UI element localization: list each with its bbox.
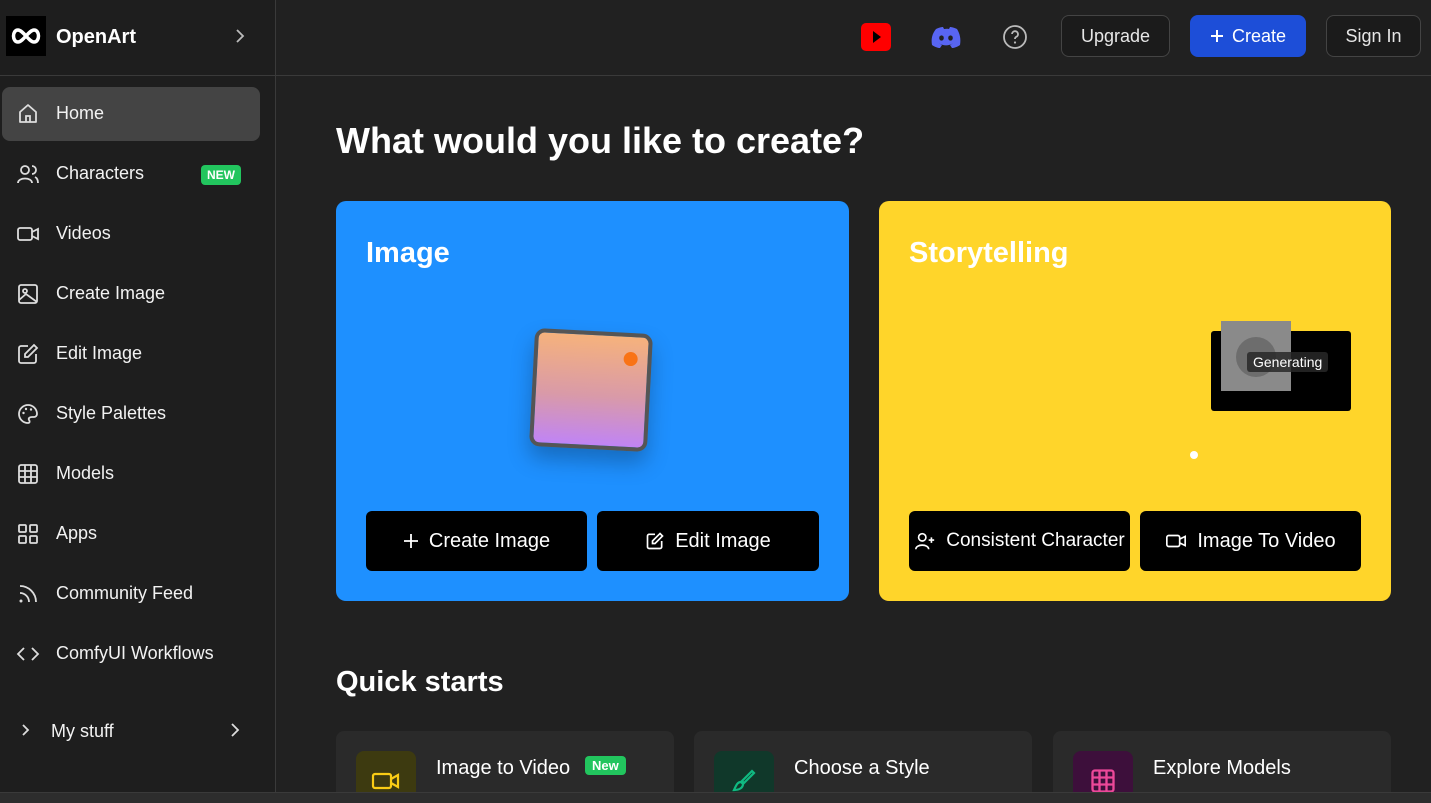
create-button[interactable]: Create bbox=[1190, 15, 1306, 57]
upgrade-button[interactable]: Upgrade bbox=[1061, 15, 1170, 57]
image-card[interactable]: Image Create Image Edit Image bbox=[336, 201, 849, 601]
edit-image-button[interactable]: Edit Image bbox=[597, 511, 819, 571]
user-plus-icon bbox=[915, 532, 935, 550]
create-image-button-label: Create Image bbox=[428, 529, 551, 552]
new-badge: New bbox=[585, 756, 626, 775]
image-to-video-button[interactable]: Image To Video bbox=[1140, 511, 1361, 571]
sidebar: OpenArt Home Characters NEW Videos Creat… bbox=[0, 0, 276, 803]
carousel-dot[interactable] bbox=[1190, 451, 1198, 459]
sidebar-item-label: Style Palettes bbox=[56, 403, 167, 423]
sidebar-item-characters[interactable]: Characters NEW bbox=[2, 147, 260, 201]
video-icon bbox=[1166, 534, 1187, 548]
create-button-label: Create bbox=[1231, 25, 1287, 46]
quick-start-label: Choose a Style bbox=[794, 757, 930, 779]
sidebar-item-label: Edit Image bbox=[56, 343, 143, 363]
consistent-character-button[interactable]: Consistent Character bbox=[909, 511, 1130, 571]
quick-start-label: Image to Video bbox=[436, 757, 571, 779]
chevron-right-icon bbox=[22, 724, 30, 736]
edit-icon bbox=[646, 532, 664, 550]
brand-header[interactable]: OpenArt bbox=[0, 0, 275, 76]
youtube-icon[interactable] bbox=[859, 20, 893, 54]
rss-icon bbox=[19, 585, 37, 603]
edit-image-button-label: Edit Image bbox=[675, 529, 771, 552]
help-icon[interactable] bbox=[998, 20, 1032, 54]
sidebar-item-label: ComfyUI Workflows bbox=[56, 643, 214, 663]
top-header: Upgrade Create Sign In bbox=[276, 0, 1431, 76]
quick-start-label: Explore Models bbox=[1153, 757, 1291, 779]
plus-icon bbox=[1210, 30, 1223, 42]
sidebar-item-label: Videos bbox=[56, 223, 111, 243]
sidebar-item-create-image[interactable]: Create Image bbox=[2, 267, 260, 321]
video-icon bbox=[17, 227, 39, 241]
sidebar-item-models[interactable]: Models bbox=[2, 447, 260, 501]
chevron-right-icon[interactable] bbox=[230, 26, 250, 46]
sidebar-item-comfyui-workflows[interactable]: ComfyUI Workflows bbox=[2, 627, 260, 681]
users-icon bbox=[17, 165, 39, 184]
sidebar-item-home[interactable]: Home bbox=[2, 87, 260, 141]
grid-icon bbox=[18, 464, 38, 484]
palette-icon bbox=[18, 404, 38, 424]
generating-label: Generating bbox=[1247, 352, 1329, 372]
image-icon bbox=[18, 284, 38, 304]
sidebar-item-edit-image[interactable]: Edit Image bbox=[2, 327, 260, 381]
plus-icon bbox=[403, 534, 418, 548]
apps-icon bbox=[18, 524, 38, 544]
quick-starts-title: Quick starts bbox=[336, 666, 504, 698]
sidebar-my-stuff[interactable]: My stuff bbox=[0, 703, 275, 757]
sidebar-item-label: Community Feed bbox=[56, 583, 194, 603]
sidebar-item-videos[interactable]: Videos bbox=[2, 207, 260, 261]
sign-in-button[interactable]: Sign In bbox=[1326, 15, 1421, 57]
sidebar-item-label: Create Image bbox=[56, 283, 166, 303]
page-title: What would you like to create? bbox=[336, 120, 865, 161]
sidebar-item-label: Models bbox=[56, 463, 115, 483]
sidebar-item-community-feed[interactable]: Community Feed bbox=[2, 567, 260, 621]
sidebar-item-apps[interactable]: Apps bbox=[2, 507, 260, 561]
sidebar-item-label: Characters bbox=[56, 163, 145, 183]
image-illustration-dot bbox=[623, 351, 639, 367]
image-illustration bbox=[528, 327, 654, 453]
discord-icon[interactable] bbox=[929, 20, 963, 54]
create-image-button[interactable]: Create Image bbox=[366, 511, 587, 571]
image-to-video-button-label: Image To Video bbox=[1197, 529, 1336, 552]
storytelling-card-title: Storytelling bbox=[909, 237, 1069, 269]
my-stuff-label: My stuff bbox=[51, 721, 114, 741]
new-badge: NEW bbox=[201, 165, 241, 185]
horizontal-scrollbar[interactable] bbox=[0, 792, 1431, 803]
code-icon bbox=[16, 647, 40, 661]
consistent-character-button-label: Consistent Character bbox=[946, 530, 1125, 551]
openart-logo-icon bbox=[6, 16, 46, 56]
chevron-right-icon bbox=[231, 723, 240, 737]
brand-name: OpenArt bbox=[56, 26, 136, 48]
image-card-title: Image bbox=[366, 237, 450, 269]
sidebar-item-label: Home bbox=[56, 103, 105, 123]
sidebar-item-label: Apps bbox=[56, 523, 98, 543]
edit-icon bbox=[18, 343, 39, 364]
storytelling-card[interactable]: Storytelling Generating Consistent Chara… bbox=[879, 201, 1391, 601]
home-icon bbox=[19, 104, 37, 123]
sidebar-item-style-palettes[interactable]: Style Palettes bbox=[2, 387, 260, 441]
